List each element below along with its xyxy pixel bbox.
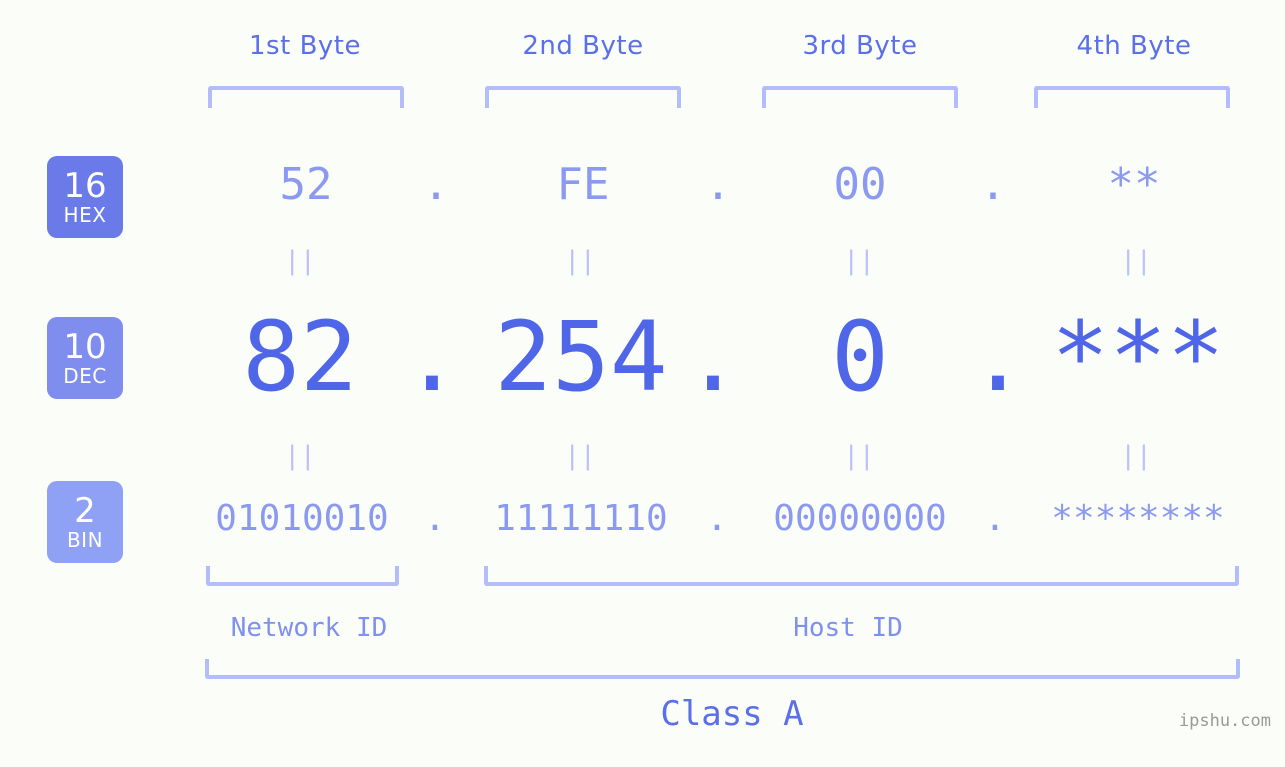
bin-byte-1: 01010010 (215, 498, 389, 539)
site-watermark: ipshu.com (1178, 711, 1271, 731)
hex-separator-2: . (704, 159, 732, 210)
dec-byte-4: *** (1051, 301, 1225, 413)
network-id-label: Network ID (230, 613, 388, 643)
dec-separator-3: . (969, 301, 1027, 413)
byte-header-2: 2nd Byte (522, 31, 644, 61)
byte-bracket-3 (762, 86, 958, 108)
bin-value-row: 01010010 . 11111110 . 00000000 . *******… (0, 488, 1285, 550)
dec-separator-1: . (403, 301, 461, 413)
hex-byte-3: 00 (833, 159, 887, 210)
host-id-bracket (484, 566, 1239, 586)
host-id-label: Host ID (793, 613, 903, 643)
dec-byte-3: 0 (831, 301, 889, 413)
equals-hex-dec-1: || (284, 246, 316, 276)
bin-separator-3: . (984, 498, 1006, 539)
class-bracket (205, 659, 1240, 679)
bin-separator-2: . (706, 498, 728, 539)
byte-header-4: 4th Byte (1076, 31, 1192, 61)
network-id-bracket (206, 566, 399, 586)
ip-byte-breakdown-diagram: 1st Byte 2nd Byte 3rd Byte 4th Byte 16 H… (0, 0, 1285, 767)
bin-byte-3: 00000000 (773, 498, 947, 539)
byte-header-3: 3rd Byte (802, 31, 918, 61)
byte-bracket-4 (1034, 86, 1230, 108)
bin-byte-4: ******** (1051, 498, 1225, 539)
equals-hex-dec-2: || (564, 246, 596, 276)
byte-bracket-1 (208, 86, 404, 108)
dec-byte-1: 82 (242, 301, 358, 413)
equals-hex-dec-4: || (1120, 246, 1152, 276)
bin-byte-2: 11111110 (494, 498, 668, 539)
class-label: Class A (660, 694, 804, 734)
hex-byte-1: 52 (279, 159, 333, 210)
dec-separator-2: . (684, 301, 742, 413)
dec-byte-2: 254 (494, 301, 668, 413)
hex-byte-2: FE (556, 159, 610, 210)
equals-dec-bin-4: || (1120, 441, 1152, 471)
hex-separator-3: . (979, 159, 1007, 210)
bin-separator-1: . (424, 498, 446, 539)
equals-dec-bin-3: || (843, 441, 875, 471)
hex-value-row: 52 . FE . 00 . ** (0, 150, 1285, 220)
equals-hex-dec-3: || (843, 246, 875, 276)
equals-dec-bin-1: || (284, 441, 316, 471)
byte-header-1: 1st Byte (249, 31, 361, 61)
equals-dec-bin-2: || (564, 441, 596, 471)
hex-byte-4: ** (1107, 159, 1161, 210)
hex-separator-1: . (422, 159, 450, 210)
dec-value-row: 82 . 254 . 0 . *** (0, 298, 1285, 416)
byte-bracket-2 (485, 86, 681, 108)
